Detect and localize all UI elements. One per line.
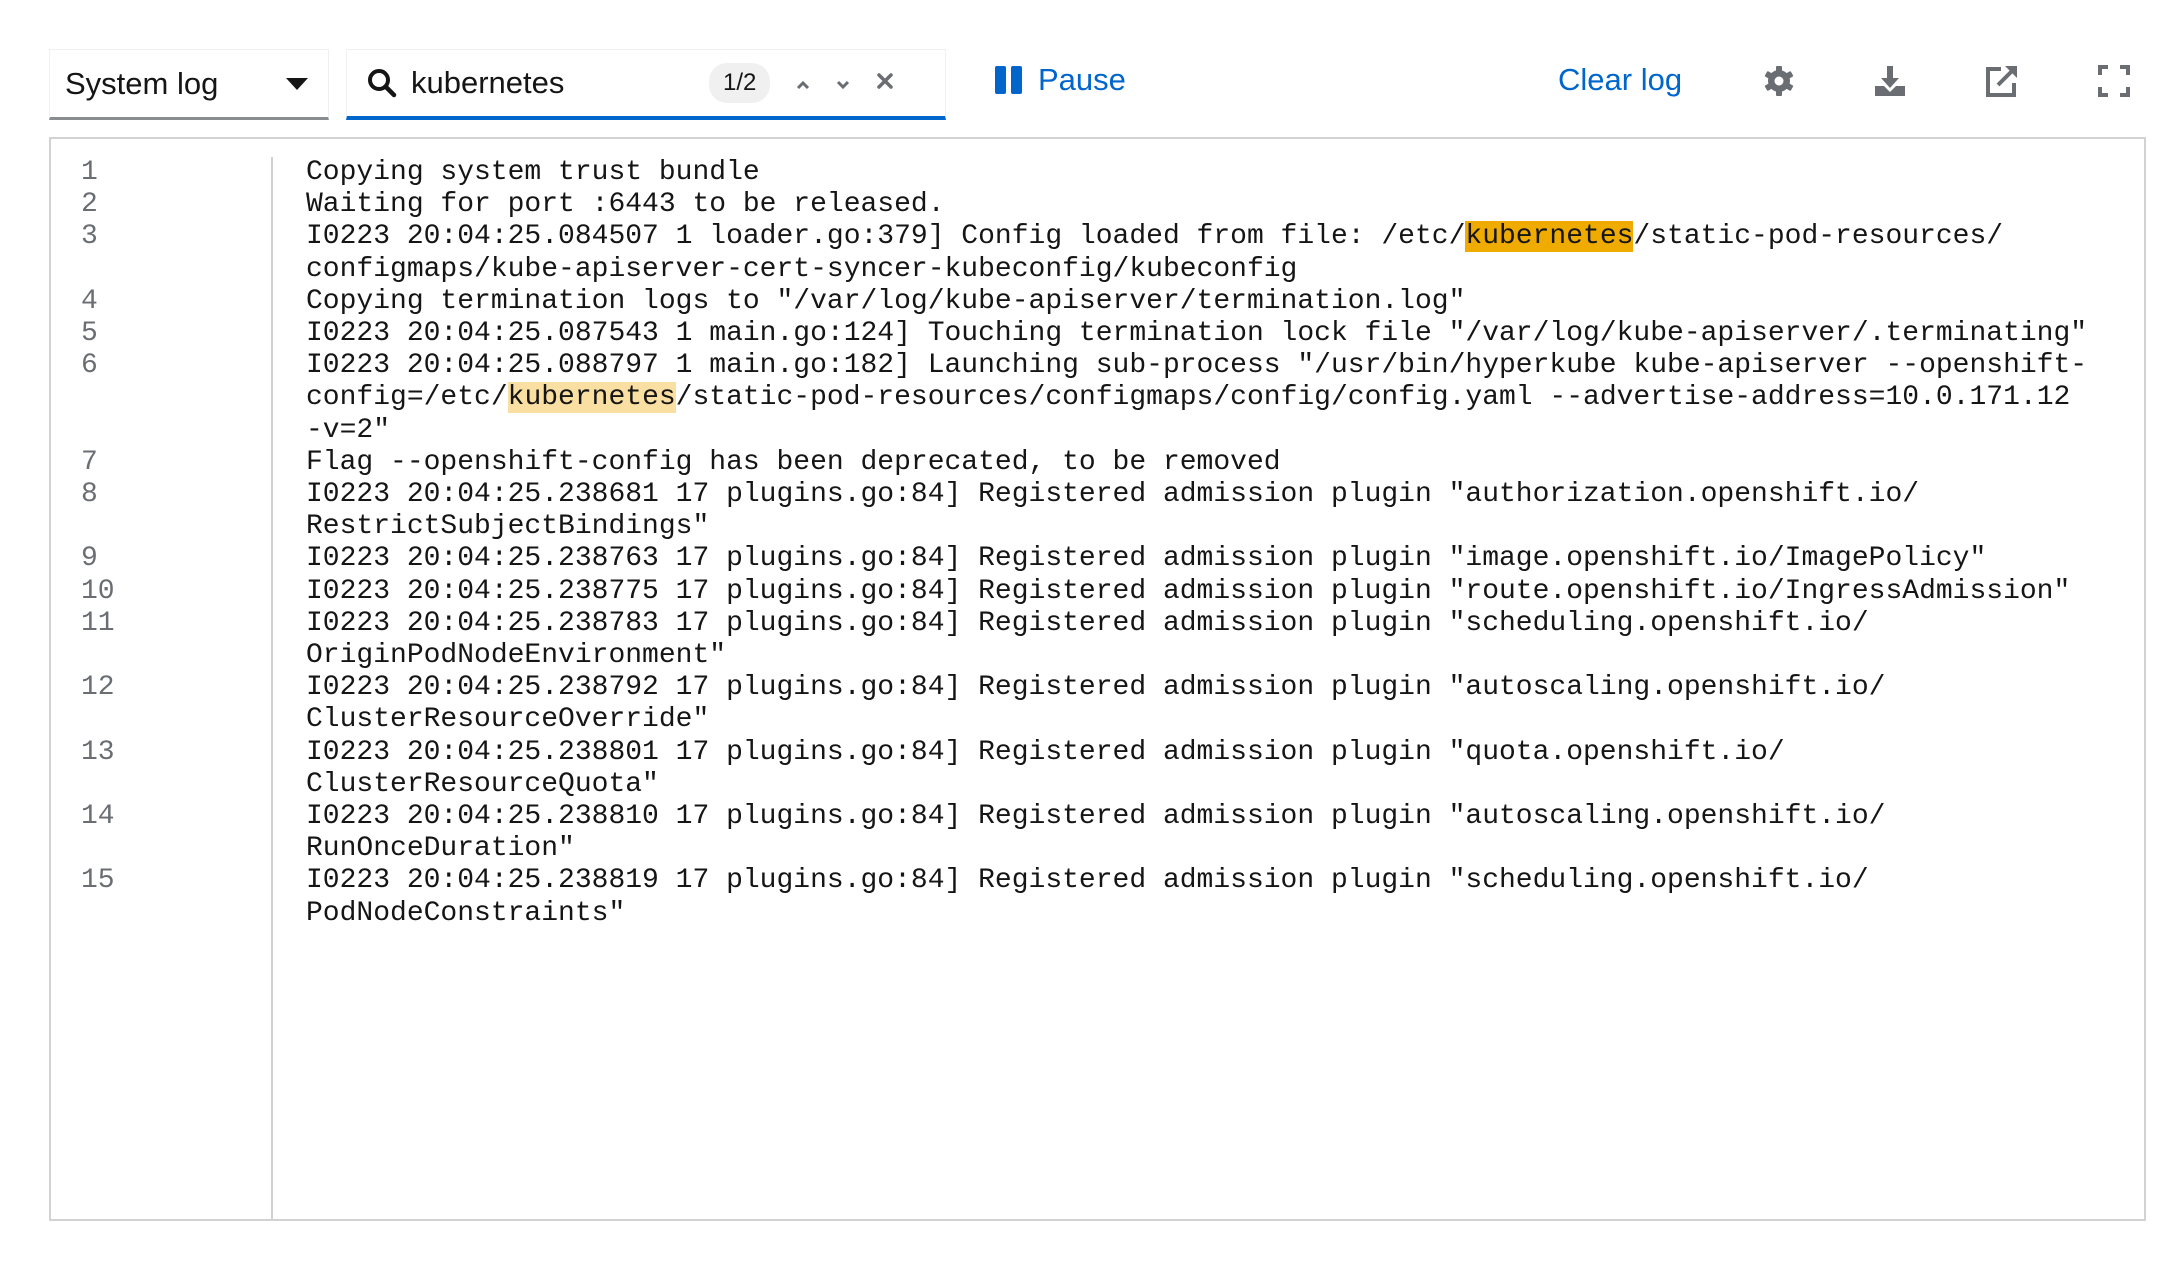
gear-icon[interactable] xyxy=(1762,64,1796,98)
line-text: I0223 20:04:25.238681 17 plugins.go:84] … xyxy=(306,479,1920,543)
log-content: 1 Copying system trust bundle 2 Waiting for… xyxy=(51,157,2144,930)
line-text: Waiting for port :6443 to be released. xyxy=(306,189,945,221)
download-icon[interactable] xyxy=(1873,64,1907,98)
line-number: 1 xyxy=(81,157,98,188)
log-source-select[interactable]: System log xyxy=(49,49,329,120)
log-line: 9 I0223 20:04:25.238763 17 plugins.go:84]… xyxy=(51,543,2144,575)
line-text: I0223 20:04:25.238810 17 plugins.go:84] … xyxy=(306,801,1886,865)
log-toolbar: System log 1/2 Pause Clear log xyxy=(0,0,2184,130)
search-input[interactable] xyxy=(411,65,701,101)
log-line: 15 I0223 20:04:25.238819 17 plugins.go:84… xyxy=(51,865,2144,929)
chevron-up-icon xyxy=(797,80,810,90)
log-source-value: System log xyxy=(65,65,219,101)
line-text: Flag --openshift-config has been depreca… xyxy=(306,446,1281,478)
line-text: I0223 20:04:25.087543 1 main.go:124] Tou… xyxy=(306,318,2088,350)
log-line: 7 Flag --openshift-config has been deprec… xyxy=(51,447,2144,479)
line-text: Copying termination logs to "/var/log/ku… xyxy=(306,285,1466,317)
line-text: I0223 20:04:25.238763 17 plugins.go:84] … xyxy=(306,543,1987,575)
line-text: I0223 20:04:25.238801 17 plugins.go:84] … xyxy=(306,736,1785,800)
search-match: kubernetes xyxy=(507,382,676,414)
line-text: I0223 20:04:25.238819 17 plugins.go:84] … xyxy=(306,865,1869,929)
log-search: 1/2 xyxy=(346,49,946,120)
line-number: 4 xyxy=(81,285,98,317)
line-number: 15 xyxy=(81,865,115,897)
current-search-match: kubernetes xyxy=(1465,221,1634,253)
line-number: 5 xyxy=(81,318,98,350)
match-count-badge: 1/2 xyxy=(709,63,771,103)
line-text: I0223 20:04:25.084507 1 loader.go:379] C… xyxy=(306,221,2004,285)
search-icon xyxy=(368,69,397,98)
log-line: 14 I0223 20:04:25.238810 17 plugins.go:84… xyxy=(51,801,2144,865)
log-line: 12 I0223 20:04:25.238792 17 plugins.go:84… xyxy=(51,672,2144,736)
line-number: 7 xyxy=(81,446,98,478)
log-line: 5 I0223 20:04:25.087543 1 main.go:124] To… xyxy=(51,318,2144,350)
chevron-down-icon xyxy=(837,80,850,90)
line-number: 3 xyxy=(81,221,98,253)
line-text: I0223 20:04:25.238783 17 plugins.go:84] … xyxy=(306,607,1869,672)
log-line: 4 Copying termination logs to "/var/log/k… xyxy=(51,286,2144,318)
log-line: 13 I0223 20:04:25.238801 17 plugins.go:84… xyxy=(51,737,2144,801)
line-number: 13 xyxy=(81,736,115,768)
pause-icon xyxy=(995,66,1022,94)
log-line: 1 Copying system trust bundle xyxy=(51,157,2144,189)
line-number: 11 xyxy=(81,607,115,639)
external-link-icon[interactable] xyxy=(1985,64,2019,98)
line-number: 2 xyxy=(81,189,98,221)
next-match-button[interactable] xyxy=(836,70,850,96)
expand-icon[interactable] xyxy=(2097,64,2131,98)
line-number: 8 xyxy=(81,479,98,511)
log-viewer[interactable]: 1 Copying system trust bundle 2 Waiting for… xyxy=(49,137,2146,1221)
line-number: 14 xyxy=(81,801,115,833)
log-line: 10 I0223 20:04:25.238775 17 plugins.go:84… xyxy=(51,576,2144,608)
line-text: I0223 20:04:25.238775 17 plugins.go:84] … xyxy=(306,575,2071,607)
caret-down-icon xyxy=(286,77,308,90)
close-icon xyxy=(877,73,894,89)
line-number: 12 xyxy=(81,672,115,704)
line-number: 10 xyxy=(81,575,115,607)
log-line: 6 I0223 20:04:25.088797 1 main.go:182] La… xyxy=(51,350,2144,447)
line-text: Copying system trust bundle xyxy=(306,157,760,188)
line-text: I0223 20:04:25.238792 17 plugins.go:84] … xyxy=(306,672,1886,736)
log-line: 8 I0223 20:04:25.238681 17 plugins.go:84]… xyxy=(51,479,2144,543)
line-number: 6 xyxy=(81,350,98,382)
clear-search-button[interactable] xyxy=(876,70,894,96)
log-line: 3 I0223 20:04:25.084507 1 loader.go:379] … xyxy=(51,221,2144,285)
log-line: 11 I0223 20:04:25.238783 17 plugins.go:84… xyxy=(51,608,2144,672)
previous-match-button[interactable] xyxy=(796,70,810,96)
pause-label: Pause xyxy=(1038,62,1126,97)
line-text: I0223 20:04:25.088797 1 main.go:182] Lau… xyxy=(306,350,2088,446)
clear-log-button[interactable]: Clear log xyxy=(1558,62,1682,98)
log-line: 2 Waiting for port :6443 to be released. xyxy=(51,189,2144,221)
line-number: 9 xyxy=(81,543,98,575)
pause-button[interactable]: Pause xyxy=(995,62,1126,98)
